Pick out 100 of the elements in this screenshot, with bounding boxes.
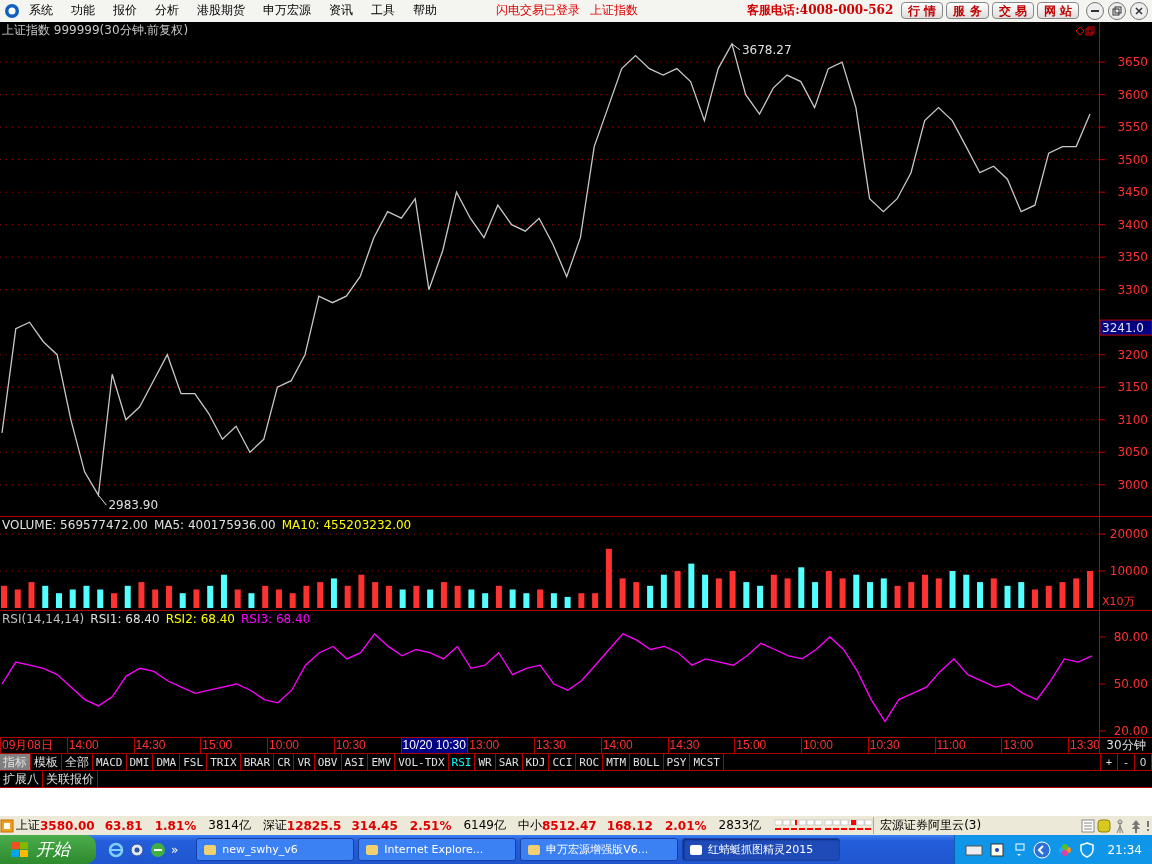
volume-bar [592, 592, 599, 608]
extra-tab[interactable]: 关联报价 [43, 771, 98, 788]
volume-bar [1059, 581, 1066, 608]
volume-bar [784, 578, 791, 608]
indicator-tab[interactable]: BOLL [630, 754, 664, 771]
index-amount: 3814亿 [208, 817, 251, 835]
volume-bar [344, 585, 351, 608]
nav-button[interactable]: 服 务 [946, 2, 989, 20]
axis-label: 3650 [1117, 54, 1148, 69]
window-icon[interactable] [1085, 25, 1095, 36]
volume-bar [56, 592, 62, 608]
axis-label: 80.00 [1113, 629, 1148, 644]
browser-icon[interactable] [108, 841, 124, 858]
axis-unit: X10万 [1102, 594, 1135, 608]
volume-bar [1045, 585, 1052, 608]
menu-item[interactable]: 帮助 [404, 2, 446, 20]
chevron-left-icon[interactable] [1033, 840, 1052, 859]
menu-item[interactable]: 资讯 [320, 2, 362, 20]
volume-bar [317, 581, 324, 608]
indicator-tab[interactable]: MACD [93, 754, 127, 771]
menu-item[interactable]: 系统 [20, 2, 62, 20]
diamond-icon[interactable] [1075, 25, 1085, 36]
volume-bar [220, 574, 227, 608]
indicator-tab[interactable]: MTM [603, 754, 631, 771]
volume-bar [949, 570, 956, 608]
indicator-tab[interactable]: MCST [690, 754, 724, 771]
extra-tab[interactable]: 扩展八 [0, 771, 43, 788]
legend-text: MA10: 455203232.00 [281, 517, 412, 532]
minimize-button[interactable] [1086, 1, 1104, 20]
start-button[interactable]: 开始 [0, 835, 96, 864]
volume-bar [28, 581, 35, 608]
nav-button[interactable]: 交 易 [991, 2, 1034, 20]
volume-bar [262, 585, 269, 608]
indicator-tab[interactable]: WR [475, 754, 496, 771]
index-percent: 2.01% [664, 818, 707, 833]
volume-bar [69, 589, 76, 608]
volume-bar [440, 581, 447, 608]
close-button[interactable] [1130, 1, 1148, 20]
taskbar-button[interactable]: 红蜻蜓抓图精灵2015 [682, 838, 841, 861]
volume-bar [715, 578, 722, 608]
volume-bar [289, 592, 296, 608]
axis-label: 3500 [1117, 152, 1148, 167]
shield-icon[interactable] [1079, 841, 1096, 858]
volume-bar [743, 581, 750, 608]
app-icon [689, 842, 704, 857]
keyboard-icon[interactable] [965, 842, 984, 857]
menu-notice: 上证指数 [590, 2, 638, 20]
axis-label: 20000 [1109, 526, 1148, 541]
volume-bar [990, 578, 997, 608]
volume-bar [152, 589, 159, 608]
menu-item[interactable]: 港股期货 [188, 2, 254, 20]
taskbar-button[interactable]: 申万宏源增强版V6... [520, 838, 679, 861]
volume-bar [427, 589, 434, 608]
taskbar-button[interactable]: Internet Explore... [358, 838, 517, 861]
volume-bar [1004, 585, 1011, 608]
restore-button[interactable] [1108, 1, 1126, 20]
indicator-tab[interactable]: 全部 [62, 754, 93, 771]
indicator-tab[interactable]: ASI [341, 754, 369, 771]
axis-label: 3150 [1117, 379, 1148, 394]
volume-bar [702, 574, 709, 608]
indicator-tab[interactable]: VOL-TDX [395, 754, 449, 771]
volume-bar [14, 589, 21, 608]
indicator-tab[interactable]: VR [294, 754, 315, 771]
document-icon[interactable] [1080, 817, 1096, 834]
legend-text: RSI2: 68.40 [165, 611, 235, 626]
volume-bar [179, 592, 186, 608]
volume-bar [619, 578, 626, 608]
volume-bar [1087, 570, 1093, 608]
indicator-tab[interactable]: 模板 [31, 754, 62, 771]
volume-bar [413, 585, 420, 608]
taskbar-button[interactable]: new_swhy_v6 [196, 838, 355, 861]
legend-text: RSI(14,14,14) [2, 611, 85, 626]
more-button[interactable]: » [171, 842, 179, 857]
help-icon[interactable] [989, 841, 1006, 858]
index-price: 12825.5 [286, 818, 342, 833]
volume-bar [454, 585, 461, 608]
axis-label: 3000 [1117, 477, 1148, 492]
axis-label: 3200 [1117, 347, 1148, 362]
volume-bar [399, 589, 406, 608]
menu-item[interactable]: 报价 [104, 2, 146, 20]
volume-bar [275, 589, 282, 608]
time-label: 10/20 10:30 [400, 737, 468, 754]
volume-bar [578, 592, 585, 608]
indicator-tab[interactable]: TRIX [207, 754, 241, 771]
volume-bar [825, 570, 832, 608]
volume-bar [372, 581, 379, 608]
menu-item[interactable]: 工具 [362, 2, 404, 20]
volume-bar [633, 581, 640, 608]
coin-icon[interactable] [1096, 817, 1112, 834]
menu-item[interactable]: 分析 [146, 2, 188, 20]
index-amount: 6149亿 [463, 817, 506, 835]
index-price: 3580.00 [40, 818, 95, 833]
axis-label: 50.00 [1113, 676, 1148, 691]
browser-icon[interactable] [150, 841, 166, 858]
index-amount: 2833亿 [718, 817, 762, 835]
menu-item[interactable]: 申万宏源 [254, 2, 320, 20]
nav-button[interactable]: 网 站 [1036, 2, 1079, 20]
legend-text: RSI3: 68.40 [241, 611, 311, 626]
menu-item[interactable]: 功能 [62, 2, 104, 20]
nav-button[interactable]: 行 情 [901, 2, 944, 20]
